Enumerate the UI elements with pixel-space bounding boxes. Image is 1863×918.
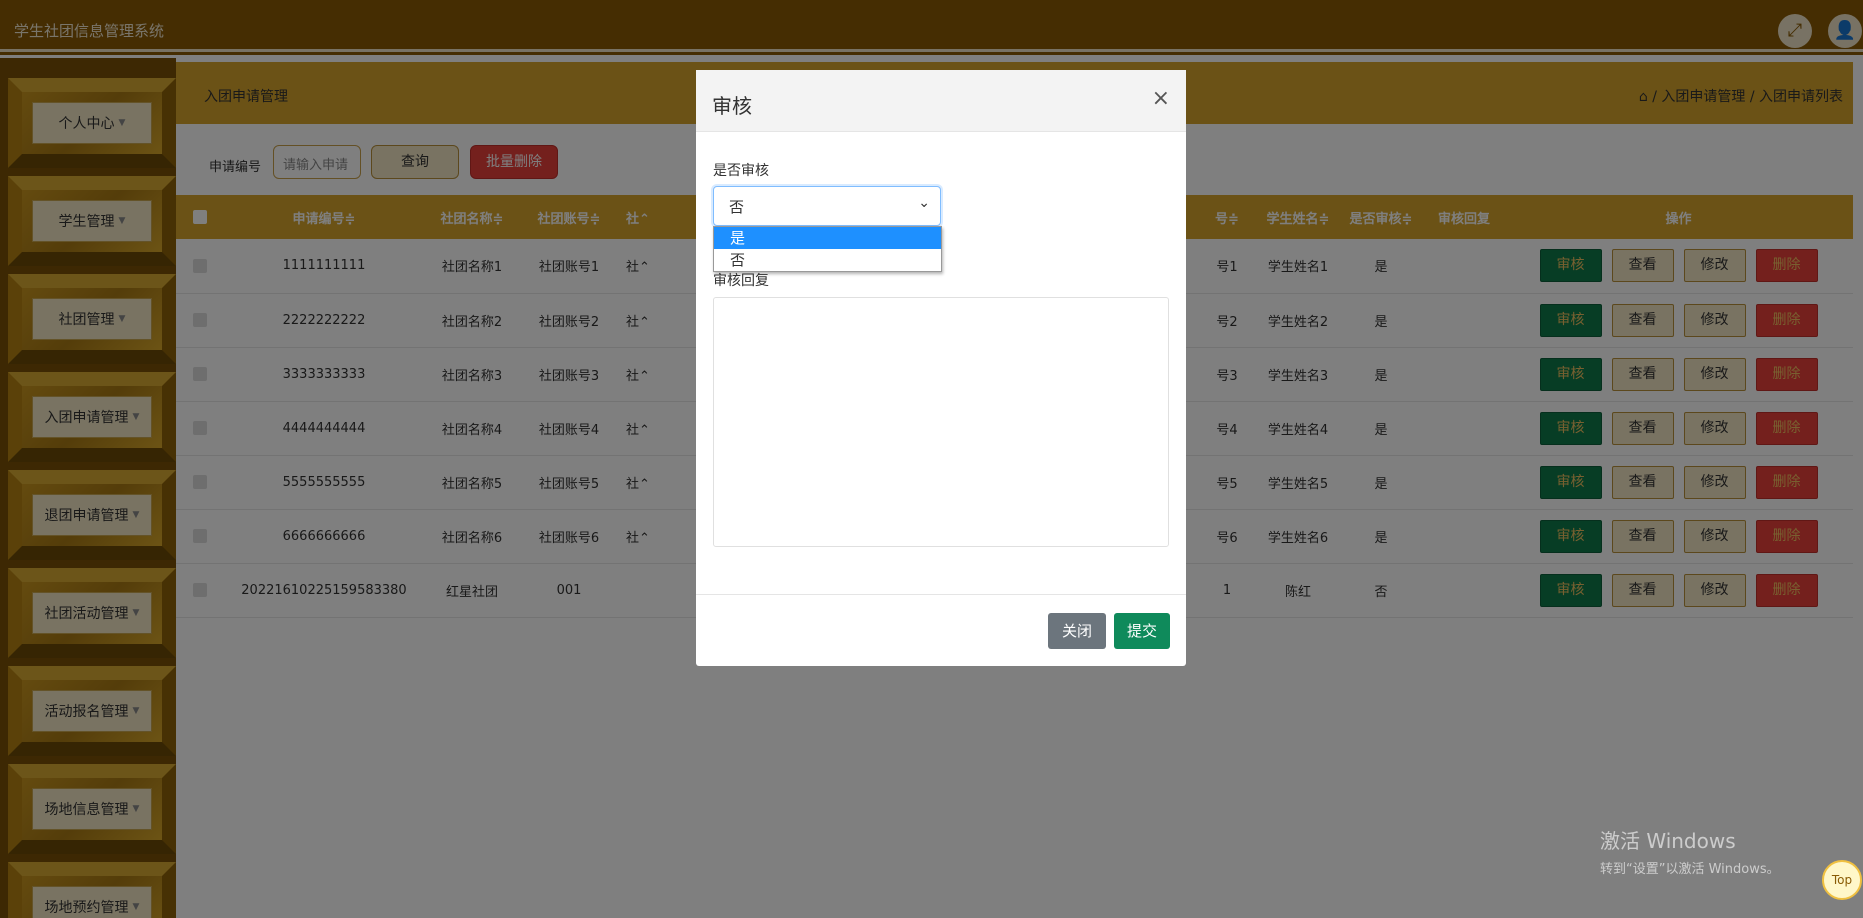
- audit-reply-textarea[interactable]: [713, 297, 1169, 547]
- modal-header: 审核 ×: [696, 70, 1186, 132]
- audit-reply-label: 审核回复: [713, 273, 769, 289]
- close-icon[interactable]: ×: [1152, 86, 1170, 111]
- select-value: 否: [729, 198, 745, 216]
- modal-footer: 关闭 提交: [696, 594, 1186, 666]
- watermark-line2: 转到“设置”以激活 Windows。: [1600, 862, 1780, 877]
- audit-status-select[interactable]: 否 ⌄: [713, 186, 941, 226]
- close-button[interactable]: 关闭: [1048, 613, 1106, 649]
- audit-status-dropdown: 是 否: [713, 226, 942, 272]
- back-to-top-button[interactable]: Top: [1822, 860, 1862, 900]
- audit-modal: 审核 × 是否审核 否 ⌄ 审核回复 关闭 提交: [696, 70, 1186, 666]
- dropdown-option-yes[interactable]: 是: [714, 227, 941, 249]
- windows-activation-watermark: 激活 Windows 转到“设置”以激活 Windows。: [1600, 825, 1780, 877]
- watermark-line1: 激活 Windows: [1600, 829, 1736, 853]
- chevron-down-icon: ⌄: [918, 195, 930, 211]
- dropdown-option-no[interactable]: 否: [714, 249, 941, 271]
- submit-button[interactable]: 提交: [1114, 613, 1170, 649]
- modal-title: 审核: [712, 94, 752, 118]
- audit-status-label: 是否审核: [713, 163, 769, 179]
